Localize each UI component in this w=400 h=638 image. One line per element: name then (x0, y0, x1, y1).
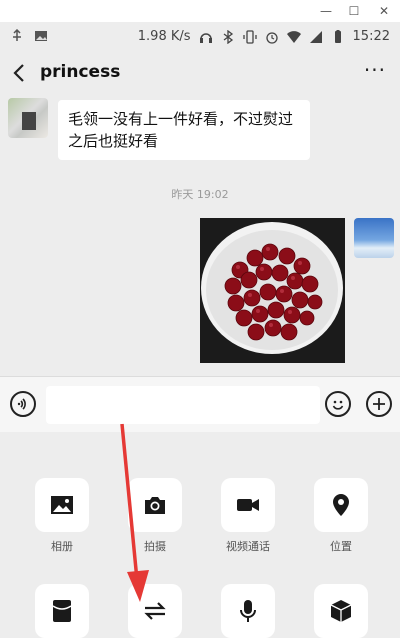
bluetooth-icon (223, 29, 233, 44)
album-tile[interactable] (35, 478, 89, 532)
voice-input-icon (240, 600, 256, 622)
red-packet-tile[interactable] (35, 584, 89, 638)
message-input[interactable] (46, 386, 320, 424)
usb-icon (13, 29, 21, 41)
favorites-tile[interactable] (314, 584, 368, 638)
location-icon (333, 494, 349, 516)
video-call-icon (237, 499, 259, 511)
camera-icon (145, 497, 165, 514)
message-timestamp: 昨天 19:02 (171, 188, 229, 201)
function-panel: 相册 拍摄 视频通话 位置 (0, 432, 400, 638)
cherries-photo (200, 218, 345, 363)
camera-label: 拍摄 (144, 540, 166, 553)
chat-header: princess ··· (0, 52, 400, 94)
battery-icon (334, 29, 341, 43)
vibrate-icon (242, 29, 257, 44)
location-label: 位置 (330, 540, 352, 553)
network-speed: 1.98 K/s (137, 29, 191, 44)
red-packet-icon (52, 600, 72, 622)
voice-icon (17, 398, 26, 410)
minimize-button[interactable]: — (316, 2, 336, 20)
emoji-button[interactable] (325, 391, 351, 417)
image-message-cherries[interactable] (200, 218, 345, 363)
wifi-icon (286, 30, 301, 43)
headphones-icon (199, 32, 212, 43)
transfer-tile[interactable] (128, 584, 182, 638)
input-bar (0, 376, 400, 434)
status-bar: 1.98 K/s 15:22 (0, 22, 400, 52)
alarm-icon (265, 31, 278, 44)
album-icon (51, 496, 73, 514)
chat-title: princess (40, 62, 121, 82)
message-list[interactable]: 毛领一没有上一件好看，不过熨过之后也挺好看 昨天 19:02 (0, 94, 400, 376)
location-tile[interactable] (314, 478, 368, 532)
emoji-icon (332, 400, 344, 410)
close-button[interactable]: ✕ (374, 2, 394, 20)
more-options-icon[interactable]: ··· (364, 58, 386, 82)
video-call-tile[interactable] (221, 478, 275, 532)
favorites-icon (330, 600, 352, 622)
back-arrow-icon[interactable] (8, 60, 32, 86)
album-label: 相册 (51, 540, 73, 553)
transfer-icon (144, 602, 166, 620)
maximize-button[interactable]: ☐ (344, 2, 364, 20)
video-call-label: 视频通话 (226, 540, 270, 553)
message-bubble-incoming[interactable]: 毛领一没有上一件好看，不过熨过之后也挺好看 (58, 100, 310, 160)
signal-icon (309, 30, 322, 43)
plus-icon (373, 398, 385, 410)
voice-input-tile[interactable] (221, 584, 275, 638)
camera-tile[interactable] (128, 478, 182, 532)
image-icon (35, 31, 47, 41)
clock: 15:22 (352, 29, 390, 44)
more-functions-button[interactable] (366, 391, 392, 417)
voice-toggle-button[interactable] (10, 391, 36, 417)
my-avatar[interactable] (354, 218, 394, 258)
window-title-bar: — ☐ ✕ (0, 0, 400, 23)
contact-avatar[interactable] (8, 98, 48, 138)
